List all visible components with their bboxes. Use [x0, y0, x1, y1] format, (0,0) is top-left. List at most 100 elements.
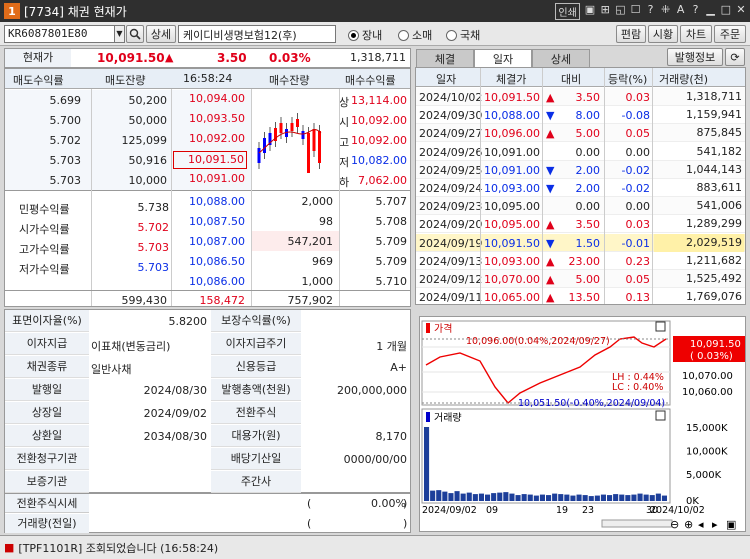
zoom-out-icon[interactable]: ⊖	[670, 518, 679, 531]
volume-bar	[454, 491, 460, 501]
volume-bar	[448, 493, 454, 501]
handbook-button[interactable]: 편람	[616, 25, 646, 43]
chart-scrollbar[interactable]	[601, 519, 673, 528]
window-tool-icon[interactable]: ▁	[706, 3, 716, 20]
volume-bar	[430, 490, 436, 501]
daily-price: 10,091.00	[484, 145, 540, 159]
tab-trades[interactable]: 체결	[416, 49, 474, 67]
volume-bar	[631, 494, 637, 501]
info-value: 0000/00/00	[343, 453, 407, 466]
search-icon[interactable]	[126, 25, 144, 43]
chart-button[interactable]: 차트	[680, 25, 712, 43]
info-label: 보장수익률(%)	[211, 310, 301, 332]
daily-volume: 875,845	[696, 126, 743, 140]
daily-price: 10,093.00	[484, 182, 540, 195]
market-news-button[interactable]: 시황	[648, 25, 678, 43]
candle-body	[263, 138, 266, 153]
info-value: A+	[390, 361, 407, 374]
bid-qty[interactable]: 969	[257, 255, 333, 268]
refresh-icon[interactable]: ⟳	[725, 48, 745, 66]
zoom-in-icon[interactable]: ⊕	[684, 518, 693, 531]
daily-date: 2024/10/02	[419, 91, 483, 104]
window-tool-icon[interactable]: ?	[691, 3, 701, 20]
volume-bar	[625, 495, 631, 501]
conversion-pct: 0.00%	[371, 497, 406, 510]
volume-bar	[515, 495, 521, 501]
limit-value: 13,114.00	[351, 94, 407, 107]
y-tick: 10,060.00	[682, 387, 733, 398]
status-message: [TPF1101R] 조회되었습니다 (16:58:24)	[18, 541, 219, 555]
window-tool-icon[interactable]: ⁜	[661, 3, 671, 20]
stat-label: 고가수익률	[19, 243, 70, 256]
bid-qty[interactable]: 98	[257, 215, 333, 228]
ask-qty[interactable]: 125,099	[95, 134, 168, 147]
ask-price[interactable]: 10,091.00	[173, 171, 247, 189]
bid-qty[interactable]: 2,000	[257, 195, 334, 208]
bid-qty[interactable]: 547,201	[257, 235, 334, 248]
window-tool-icon[interactable]: ▣	[585, 3, 595, 20]
maximize-icon[interactable]	[655, 410, 666, 421]
bond-code-input[interactable]: KR6087801E80	[4, 25, 124, 43]
bid-yield: 5.709	[375, 255, 408, 268]
tab-daily[interactable]: 일자	[474, 49, 532, 67]
maximize-icon[interactable]	[655, 321, 666, 332]
ask-qty[interactable]: 50,000	[95, 114, 168, 127]
limit-value: 10,092.00	[351, 114, 407, 127]
daily-date: 2024/09/12	[419, 273, 483, 286]
detail-button[interactable]: 상세	[146, 25, 176, 43]
limit-value: 10,082.00	[351, 154, 407, 167]
window-tool-icon[interactable]: 인쇄	[555, 3, 580, 20]
bid-price[interactable]: 10,086.50	[173, 255, 245, 268]
volume-bar	[478, 493, 484, 501]
bid-price[interactable]: 10,086.00	[173, 275, 245, 288]
window-tool-icon[interactable]: ✕	[736, 3, 746, 20]
price-title: 가격	[434, 322, 452, 335]
ask-yield: 5.703	[49, 174, 82, 187]
window-tool-icon[interactable]: A	[676, 3, 686, 20]
ask-qty[interactable]: 10,000	[95, 174, 168, 187]
ma-line	[258, 128, 322, 154]
ask-yield: 5.699	[49, 94, 82, 107]
current-price-tag-pct: ( 0.03%)	[690, 351, 733, 362]
daily-change: 2.00	[575, 182, 601, 195]
daily-date: 2024/09/24	[419, 182, 483, 195]
volume-bar	[619, 494, 625, 501]
ask-price[interactable]: 10,093.50	[173, 111, 247, 129]
current-price-tag-value: 10,091.50	[690, 339, 741, 350]
settings-icon[interactable]: ▣	[726, 518, 736, 531]
bid-price[interactable]: 10,087.50	[173, 215, 245, 228]
ask-qty[interactable]: 50,200	[95, 94, 168, 107]
bid-price[interactable]: 10,087.00	[173, 235, 245, 248]
order-button[interactable]: 주문	[714, 25, 746, 43]
ask-price[interactable]: 10,092.00	[173, 131, 247, 149]
window-tool-icon[interactable]: ◱	[615, 3, 625, 20]
bid-qty[interactable]: 1,000	[257, 275, 334, 288]
tab-detail[interactable]: 상세	[532, 49, 590, 67]
bid-yield: 5.708	[375, 215, 408, 228]
window-tool-icon[interactable]: ?	[646, 3, 656, 20]
daily-change: 5.00	[575, 127, 601, 141]
radio-retail[interactable]: 소매	[398, 27, 432, 43]
window-tool-icon[interactable]: ⊞	[600, 3, 610, 20]
scroll-left-icon[interactable]: ◂	[698, 518, 704, 531]
bond-name-field[interactable]: 케이디비생명보험12(후)	[178, 25, 336, 43]
issue-info-button[interactable]: 발행정보	[667, 48, 723, 66]
candle-body	[307, 133, 310, 173]
high-annotation: 10,096.00(0.04%,2024/09/27)	[466, 336, 610, 347]
ask-qty[interactable]: 50,916	[95, 154, 168, 167]
candle-body	[312, 129, 316, 151]
x-tick: 09	[486, 505, 498, 516]
change-arrow-icon: ▲	[546, 91, 555, 104]
price-volume-chart: 가격 10,096.00(0.04%,2024/09/27) 10,051.50(-…	[419, 316, 746, 532]
ask-price[interactable]: 10,091.50	[173, 151, 247, 169]
ask-price[interactable]: 10,094.00	[173, 91, 247, 109]
current-price: 10,091.50	[97, 51, 165, 65]
radio-market[interactable]: 장내	[348, 27, 382, 43]
bid-price[interactable]: 10,088.00	[173, 195, 245, 208]
scroll-right-icon[interactable]: ▸	[712, 518, 718, 531]
column-rule	[339, 89, 340, 306]
radio-treasury[interactable]: 국채	[446, 27, 480, 43]
chevron-down-icon[interactable]: ▼	[114, 25, 125, 43]
window-tool-icon[interactable]: □	[721, 3, 731, 20]
window-tool-icon[interactable]: ☐	[631, 3, 641, 20]
